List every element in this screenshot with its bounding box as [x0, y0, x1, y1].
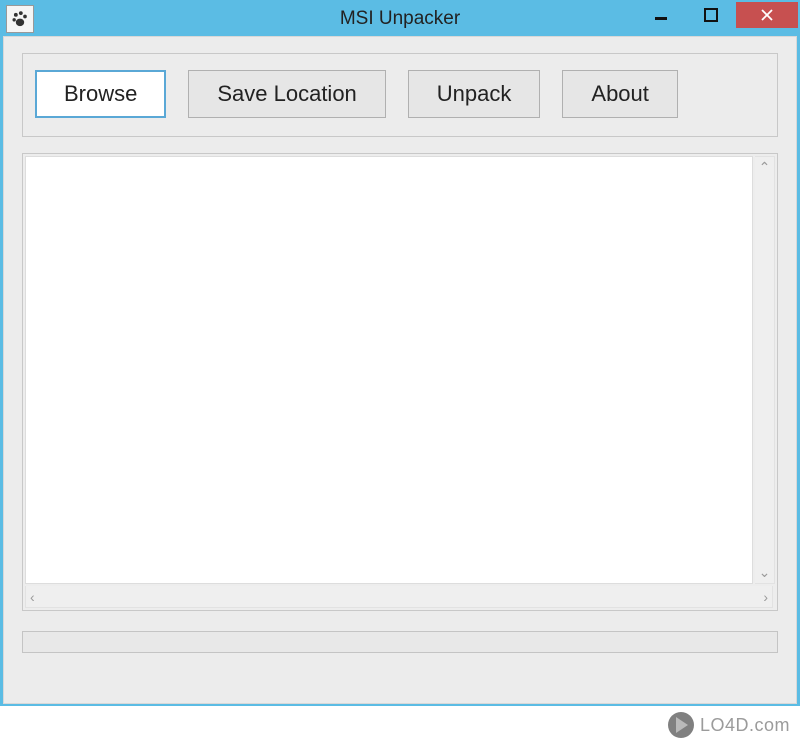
minimize-button[interactable]	[636, 2, 686, 28]
application-window: MSI Unpacker Browse Save L	[0, 0, 800, 706]
scroll-up-icon: ⌃	[755, 157, 775, 178]
window-controls	[636, 2, 798, 36]
vertical-scrollbar[interactable]: ⌃ ⌄	[755, 156, 775, 584]
scroll-right-icon: ›	[759, 587, 772, 607]
scroll-down-icon: ⌄	[755, 562, 775, 583]
client-area: Browse Save Location Unpack About ⌃ ⌄ ‹ …	[3, 36, 797, 704]
scroll-left-icon: ‹	[26, 587, 39, 607]
watermark-text: LO4D.com	[700, 715, 790, 736]
horizontal-scrollbar[interactable]: ‹ ›	[25, 586, 773, 608]
output-textarea[interactable]	[25, 156, 753, 584]
minimize-icon	[654, 8, 668, 22]
play-badge-icon	[668, 712, 694, 738]
watermark: LO4D.com	[668, 712, 790, 738]
content-panel: ⌃ ⌄ ‹ ›	[22, 153, 778, 611]
about-button[interactable]: About	[562, 70, 678, 118]
close-icon	[760, 8, 774, 22]
browse-button[interactable]: Browse	[35, 70, 166, 118]
titlebar[interactable]: MSI Unpacker	[2, 2, 798, 36]
close-button[interactable]	[736, 2, 798, 28]
progress-bar	[22, 631, 778, 653]
output-wrap: ⌃ ⌄ ‹ ›	[25, 156, 775, 608]
app-icon	[6, 5, 34, 33]
save-location-button[interactable]: Save Location	[188, 70, 385, 118]
maximize-icon	[704, 8, 718, 22]
paw-icon	[10, 9, 30, 29]
toolbar: Browse Save Location Unpack About	[22, 53, 778, 137]
unpack-button[interactable]: Unpack	[408, 70, 541, 118]
maximize-button[interactable]	[686, 2, 736, 28]
